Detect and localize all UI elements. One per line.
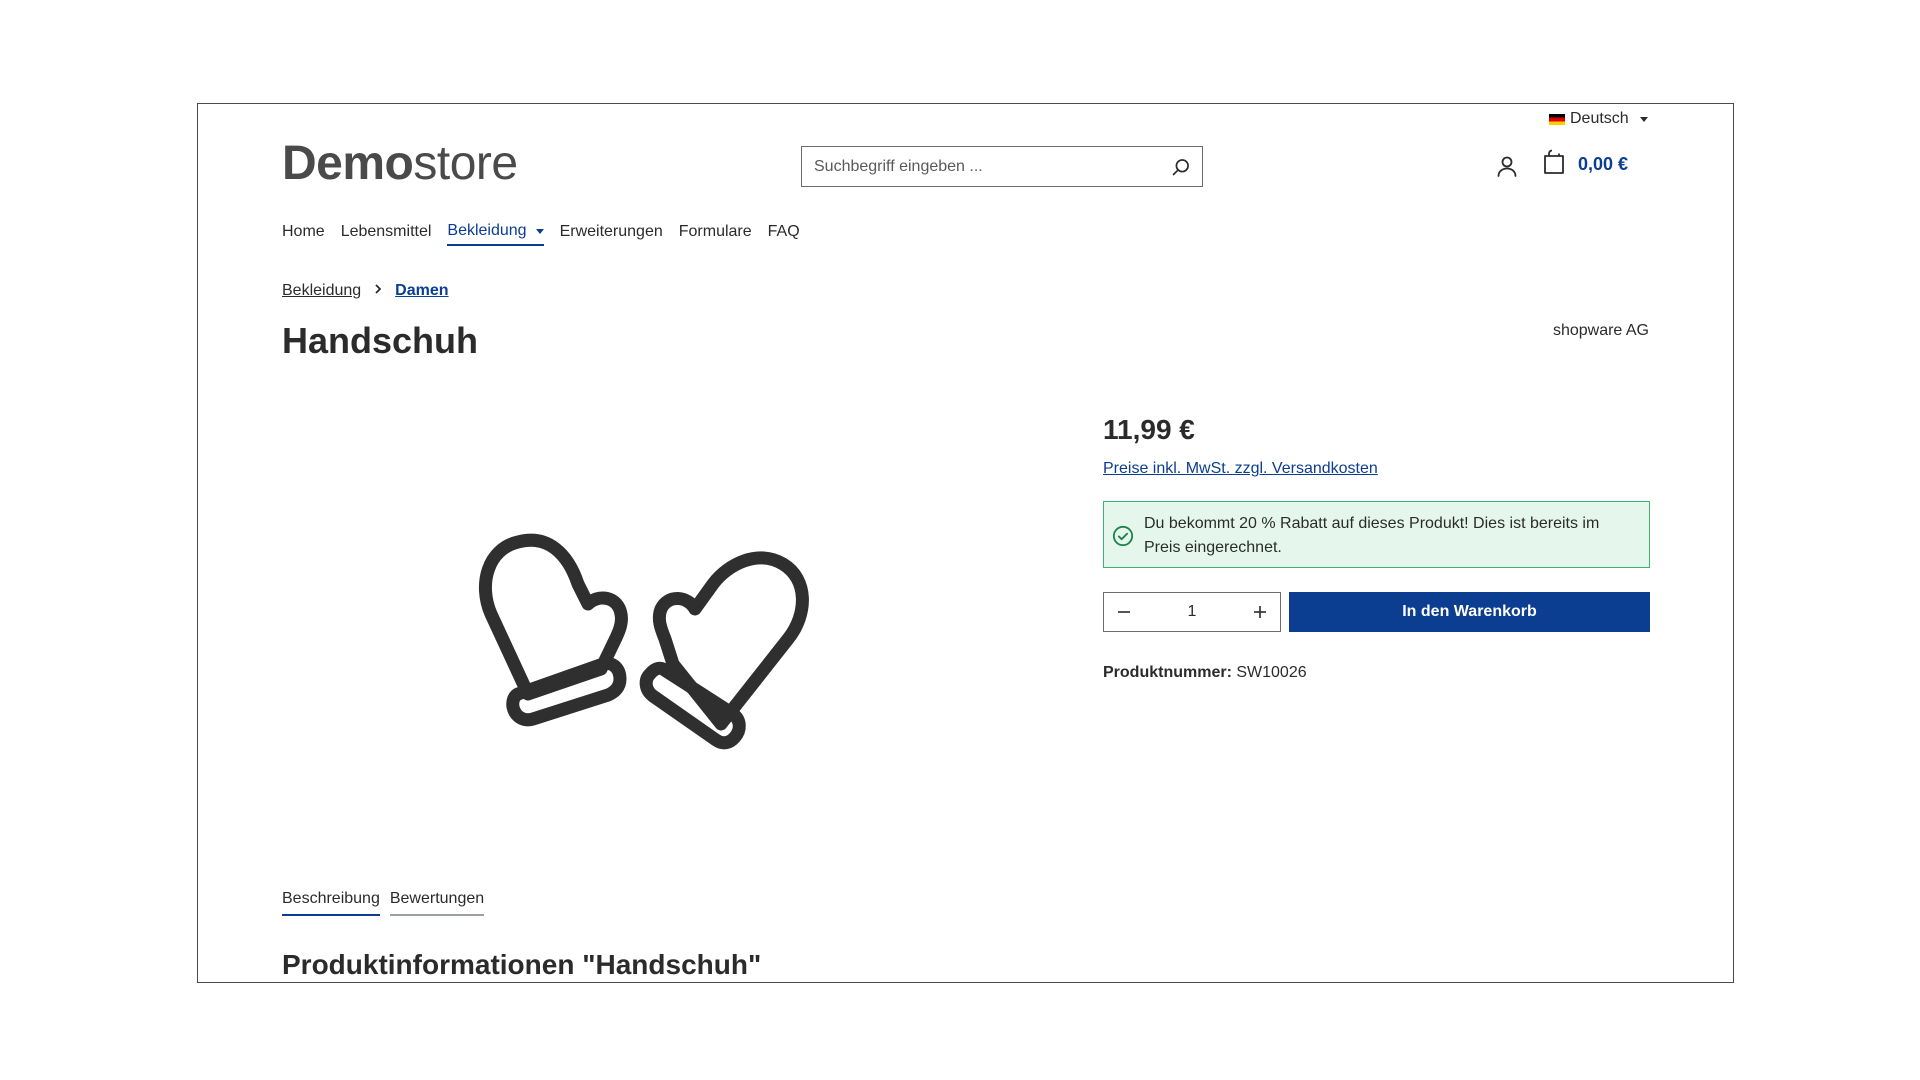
german-flag-icon <box>1549 113 1565 125</box>
nav-item-lebensmittel[interactable]: Lebensmittel <box>341 222 432 246</box>
quantity-stepper: 1 <box>1103 592 1281 632</box>
chevron-right-icon <box>373 282 383 300</box>
browser-viewport: Deutsch Demostore 0,00 € H <box>197 103 1734 983</box>
logo-bold-part: Demo <box>282 137 414 190</box>
product-number-value: SW10026 <box>1236 664 1307 681</box>
chevron-down-icon <box>1639 116 1648 122</box>
product-tabs: Beschreibung Bewertungen <box>282 890 485 916</box>
cart-total: 0,00 € <box>1578 154 1629 174</box>
discount-alert: Du bekommt 20 % Rabatt auf dieses Produk… <box>1103 501 1650 568</box>
add-to-cart-button[interactable]: In den Warenkorb <box>1289 592 1650 632</box>
increase-quantity-button[interactable] <box>1240 593 1280 631</box>
discount-text: Du bekommt 20 % Rabatt auf dieses Produk… <box>1144 515 1600 556</box>
decrease-quantity-button[interactable] <box>1104 593 1144 631</box>
chevron-down-icon <box>535 228 544 234</box>
product-price: 11,99 € <box>1103 414 1195 445</box>
search-icon[interactable] <box>1170 156 1192 178</box>
main-navigation: Home Lebensmittel Bekleidung Erweiterung… <box>282 222 800 246</box>
nav-item-bekleidung[interactable]: Bekleidung <box>447 222 544 246</box>
plus-icon <box>1254 606 1266 618</box>
nav-item-label: Bekleidung <box>447 222 527 239</box>
breadcrumb-item-damen[interactable]: Damen <box>395 282 448 300</box>
nav-item-faq[interactable]: FAQ <box>768 222 800 246</box>
breadcrumb: Bekleidung Damen <box>282 282 449 300</box>
tab-bewertungen[interactable]: Bewertungen <box>389 890 485 916</box>
search-input[interactable] <box>812 156 1170 177</box>
language-label: Deutsch <box>1570 110 1629 127</box>
language-switcher[interactable]: Deutsch <box>1549 110 1648 128</box>
cart-button[interactable]: 0,00 € <box>1542 149 1628 180</box>
nav-item-formulare[interactable]: Formulare <box>679 222 752 246</box>
logo-light-part: store <box>413 137 518 190</box>
minus-icon <box>1118 611 1130 613</box>
product-manufacturer[interactable]: shopware AG <box>1553 322 1649 340</box>
product-title: Handschuh <box>282 320 479 361</box>
check-circle-icon <box>1112 525 1134 555</box>
nav-item-erweiterungen[interactable]: Erweiterungen <box>560 222 663 246</box>
account-icon[interactable] <box>1495 154 1519 178</box>
product-number: Produktnummer: SW10026 <box>1103 664 1307 682</box>
nav-item-home[interactable]: Home <box>282 222 325 246</box>
store-logo[interactable]: Demostore <box>282 136 518 192</box>
tab-beschreibung[interactable]: Beschreibung <box>282 890 380 916</box>
product-number-label: Produktnummer: <box>1103 664 1232 681</box>
tax-shipping-link[interactable]: Preise inkl. MwSt. zzgl. Versandkosten <box>1103 460 1378 478</box>
product-info-heading: Produktinformationen "Handschuh" <box>282 949 762 980</box>
shopping-bag-icon <box>1542 149 1566 180</box>
breadcrumb-item-bekleidung[interactable]: Bekleidung <box>282 282 361 300</box>
product-image-mittens[interactable] <box>473 524 873 754</box>
quantity-value[interactable]: 1 <box>1188 603 1197 621</box>
search-form <box>801 146 1203 187</box>
